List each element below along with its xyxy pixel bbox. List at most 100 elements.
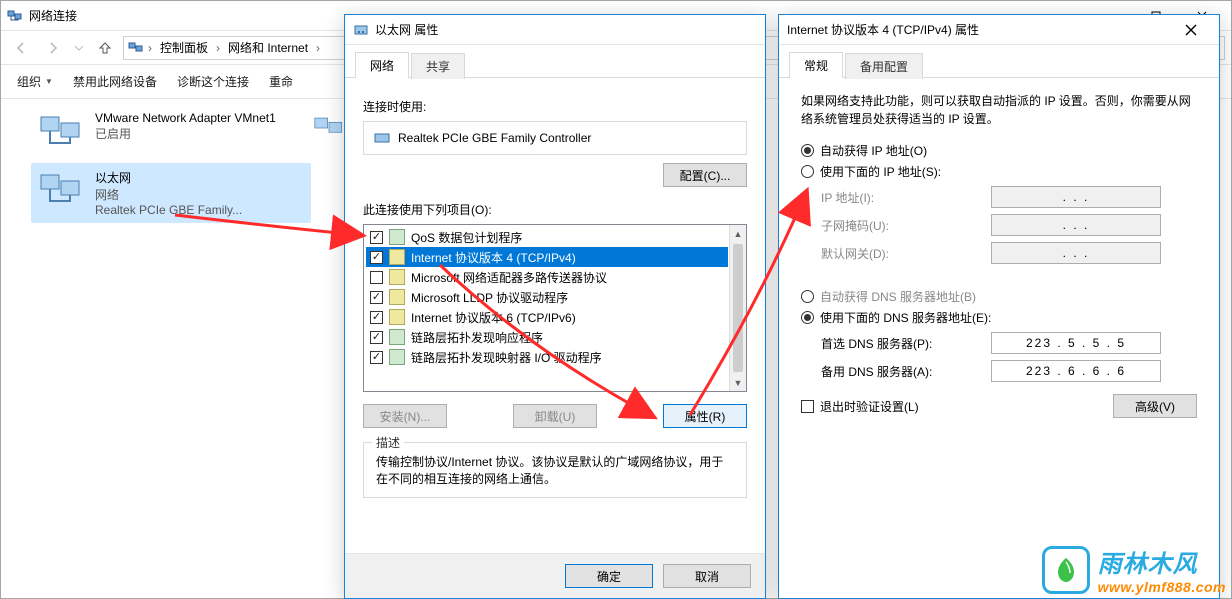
alternate-dns-input[interactable]: 223 . 6 . 6 . 6	[991, 360, 1161, 382]
adapter-status: 已启用	[95, 125, 276, 142]
ip-address-label: IP 地址(I):	[821, 189, 991, 206]
dialog-titlebar: Internet 协议版本 4 (TCP/IPv4) 属性	[779, 15, 1219, 45]
checkbox-icon[interactable]	[370, 351, 383, 364]
preferred-dns-input[interactable]: 223 . 5 . 5 . 5	[991, 332, 1161, 354]
dialog-title: 以太网 属性	[375, 21, 438, 38]
scroll-down-icon[interactable]: ▼	[730, 374, 746, 391]
protocol-row[interactable]: Internet 协议版本 4 (TCP/IPv4)	[366, 247, 728, 267]
cmd-label: 组织	[17, 73, 41, 90]
protocol-icon	[389, 289, 405, 305]
cancel-button[interactable]: 取消	[663, 564, 751, 588]
network-adapter-icon	[312, 108, 346, 148]
nav-forward-button[interactable]	[39, 35, 67, 61]
gateway-input: . . .	[991, 242, 1161, 264]
radio-icon	[801, 311, 814, 324]
protocol-label: Internet 协议版本 4 (TCP/IPv4)	[411, 249, 576, 266]
network-adapter-item[interactable]: VMware Network Adapter VMnet1 已启用	[31, 105, 311, 157]
checkbox-icon[interactable]	[370, 251, 383, 264]
breadcrumb-seg[interactable]: 网络和 Internet	[224, 39, 312, 56]
protocol-icon	[389, 249, 405, 265]
nav-up-button[interactable]	[91, 35, 119, 61]
ethernet-icon	[353, 22, 369, 38]
radio-manual-dns[interactable]: 使用下面的 DNS 服务器地址(E):	[801, 309, 1197, 326]
protocol-label: Internet 协议版本 6 (TCP/IPv6)	[411, 309, 576, 326]
configure-button[interactable]: 配置(C)...	[663, 163, 747, 187]
ip-address-input: . . .	[991, 186, 1161, 208]
scroll-up-icon[interactable]: ▲	[730, 225, 746, 242]
info-text: 如果网络支持此功能，则可以获取自动指派的 IP 设置。否则，你需要从网络系统管理…	[801, 92, 1197, 128]
radio-label: 使用下面的 IP 地址(S):	[820, 163, 941, 180]
nic-icon	[374, 130, 390, 146]
radio-auto-dns[interactable]: 自动获得 DNS 服务器地址(B)	[801, 288, 1197, 305]
properties-button[interactable]: 属性(R)	[663, 404, 747, 428]
tab-network[interactable]: 网络	[355, 52, 409, 78]
dialog-title: Internet 协议版本 4 (TCP/IPv4) 属性	[787, 21, 979, 38]
close-button[interactable]	[1171, 16, 1211, 44]
nav-history-button[interactable]	[71, 35, 87, 61]
checkbox-icon[interactable]	[370, 271, 383, 284]
protocol-label: 链路层拓扑发现映射器 I/O 驱动程序	[411, 349, 602, 366]
tab-alternate[interactable]: 备用配置	[845, 53, 923, 79]
install-button[interactable]: 安装(N)...	[363, 404, 447, 428]
protocol-row[interactable]: QoS 数据包计划程序	[366, 227, 728, 247]
checkbox-icon[interactable]	[370, 291, 383, 304]
network-adapter-icon	[37, 169, 85, 209]
radio-icon	[801, 165, 814, 178]
subnet-mask-input: . . .	[991, 214, 1161, 236]
protocol-label: QoS 数据包计划程序	[411, 229, 522, 246]
protocol-row[interactable]: Microsoft LLDP 协议驱动程序	[366, 287, 728, 307]
radio-icon	[801, 144, 814, 157]
cmd-disable-device[interactable]: 禁用此网络设备	[67, 69, 163, 94]
dialog-button-row: 确定 取消	[345, 553, 765, 598]
breadcrumb-seg[interactable]: 控制面板	[156, 39, 212, 56]
protocol-icon	[389, 309, 405, 325]
nav-back-button[interactable]	[7, 35, 35, 61]
description-text: 传输控制协议/Internet 协议。该协议是默认的广域网络协议，用于在不同的相…	[376, 453, 734, 487]
checkbox-label: 退出时验证设置(L)	[820, 398, 919, 415]
service-icon	[389, 329, 405, 345]
tab-general[interactable]: 常规	[789, 52, 843, 78]
protocol-row[interactable]: 链路层拓扑发现映射器 I/O 驱动程序	[366, 347, 728, 367]
radio-label: 使用下面的 DNS 服务器地址(E):	[820, 309, 991, 326]
dialog-titlebar: 以太网 属性	[345, 15, 765, 45]
checkbox-icon[interactable]	[370, 231, 383, 244]
checkbox-icon[interactable]	[370, 331, 383, 344]
scroll-thumb[interactable]	[733, 244, 743, 372]
preferred-dns-label: 首选 DNS 服务器(P):	[821, 335, 991, 352]
protocol-listbox[interactable]: QoS 数据包计划程序Internet 协议版本 4 (TCP/IPv4)Mic…	[363, 224, 747, 392]
adapter-device: Realtek PCIe GBE Family...	[95, 203, 242, 217]
chevron-right-icon: ›	[214, 41, 222, 55]
connect-using-label: 连接时使用:	[363, 98, 747, 115]
ipv4-properties-dialog: Internet 协议版本 4 (TCP/IPv4) 属性 常规 备用配置 如果…	[778, 14, 1220, 599]
gateway-label: 默认网关(D):	[821, 245, 991, 262]
protocol-row[interactable]: 链路层拓扑发现响应程序	[366, 327, 728, 347]
adapter-title: VMware Network Adapter VMnet1	[95, 111, 276, 125]
radio-manual-ip[interactable]: 使用下面的 IP 地址(S):	[801, 163, 1197, 180]
radio-label: 自动获得 IP 地址(O)	[820, 142, 927, 159]
description-legend: 描述	[372, 434, 404, 451]
cmd-organize[interactable]: 组织 ▼	[11, 69, 59, 94]
radio-label: 自动获得 DNS 服务器地址(B)	[820, 288, 976, 305]
cmd-rename[interactable]: 重命	[263, 69, 299, 94]
adapter-box: Realtek PCIe GBE Family Controller	[363, 121, 747, 155]
radio-auto-ip[interactable]: 自动获得 IP 地址(O)	[801, 142, 1197, 159]
protocol-row[interactable]: Internet 协议版本 6 (TCP/IPv6)	[366, 307, 728, 327]
checkbox-icon[interactable]	[370, 311, 383, 324]
uninstall-button[interactable]: 卸载(U)	[513, 404, 597, 428]
scrollbar[interactable]: ▲ ▼	[729, 225, 746, 391]
radio-icon	[801, 290, 814, 303]
validate-on-exit-checkbox[interactable]: 退出时验证设置(L)	[801, 398, 919, 415]
items-label: 此连接使用下列项目(O):	[363, 201, 747, 218]
network-adapter-item[interactable]: 以太网 网络 Realtek PCIe GBE Family...	[31, 163, 311, 223]
advanced-button[interactable]: 高级(V)	[1113, 394, 1197, 418]
description-box: 描述 传输控制协议/Internet 协议。该协议是默认的广域网络协议，用于在不…	[363, 442, 747, 498]
protocol-row[interactable]: Microsoft 网络适配器多路传送器协议	[366, 267, 728, 287]
cmd-diagnose[interactable]: 诊断这个连接	[171, 69, 255, 94]
ok-button[interactable]: 确定	[565, 564, 653, 588]
service-icon	[389, 229, 405, 245]
subnet-mask-label: 子网掩码(U):	[821, 217, 991, 234]
alternate-dns-label: 备用 DNS 服务器(A):	[821, 363, 991, 380]
dialog-tabs: 网络 共享	[345, 45, 765, 78]
adapter-title: 以太网	[95, 169, 242, 186]
tab-share[interactable]: 共享	[411, 53, 465, 79]
